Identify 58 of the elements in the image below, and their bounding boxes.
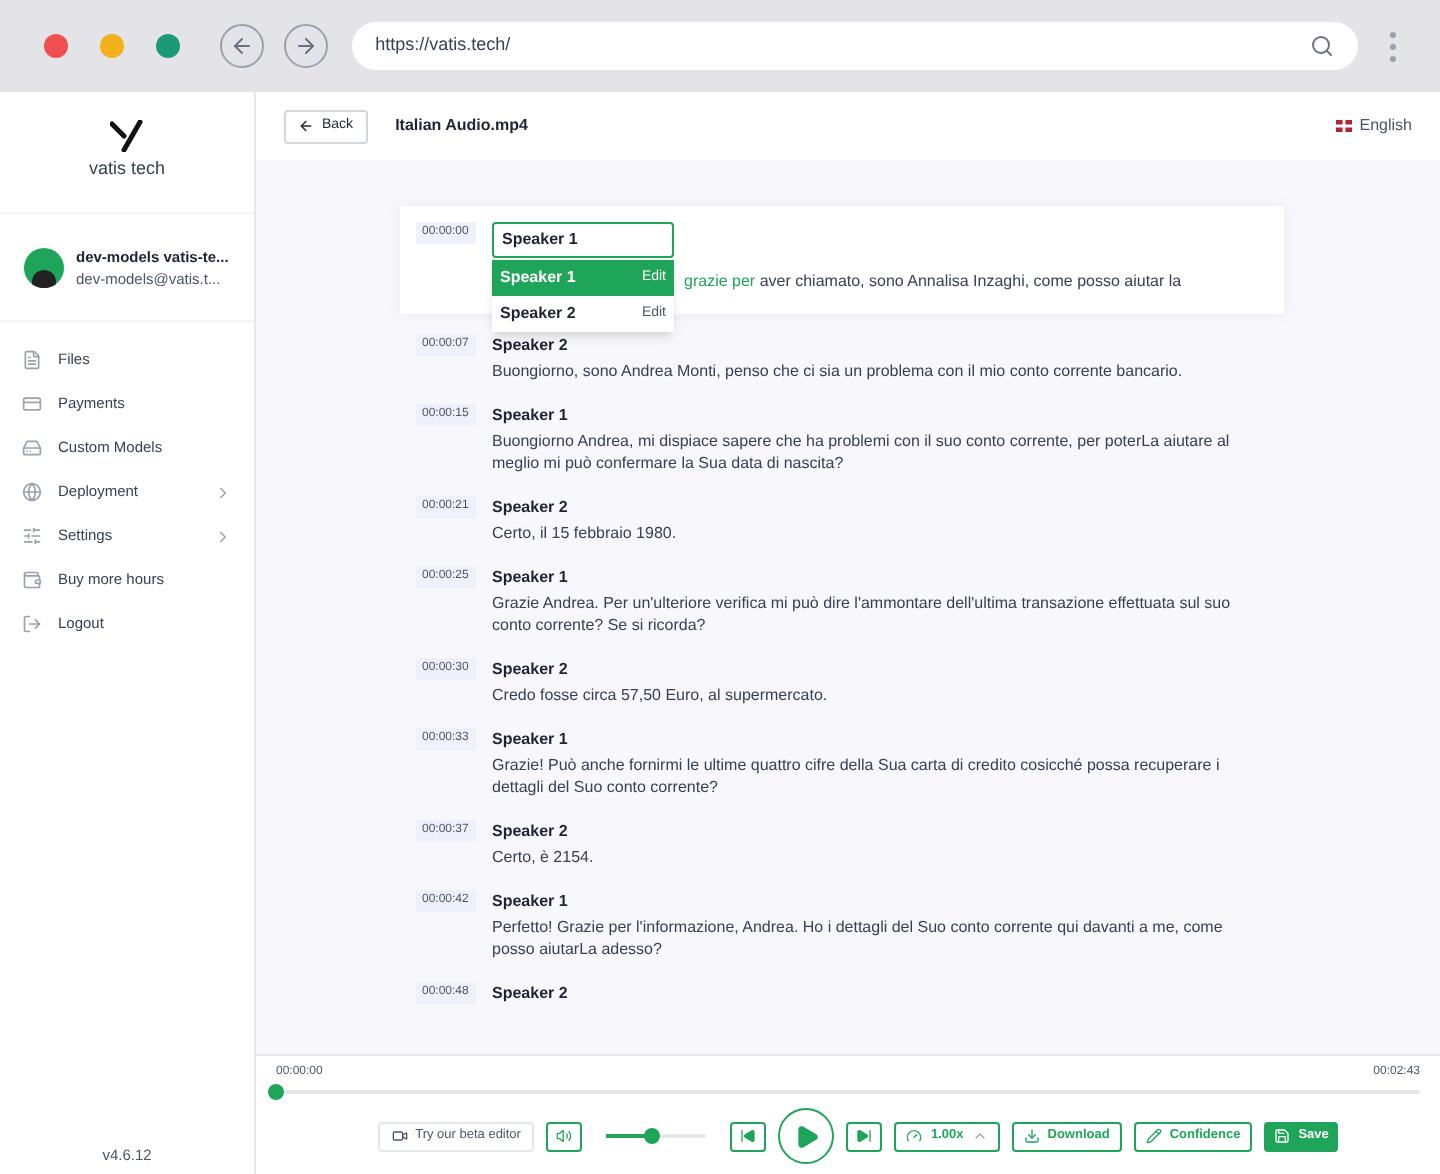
segment-text: Grazie Andrea. Per un'ulteriore verifica mi può dire l'ammontare dell'ultima transazione effettuata sul suo conto corrente? Se si ricorda? xyxy=(492,592,1233,636)
skip-back-icon xyxy=(740,1128,757,1144)
segment-text: Certo, è 2154. xyxy=(492,846,594,868)
card-icon xyxy=(22,570,42,590)
speaker-name[interactable]: Speaker 2 xyxy=(492,982,568,1004)
globe-icon xyxy=(22,482,42,502)
segment-text: Buongiorno, sono Andrea Monti, penso che ci sia un problema con il mio conto corrente bancario. xyxy=(492,360,1183,382)
payment-icon xyxy=(22,394,42,414)
pencil-icon xyxy=(1145,1128,1162,1144)
chevron-icon xyxy=(214,527,232,545)
url-text: https://vatis.tech/ xyxy=(375,32,513,59)
segment-text: Certo, il 15 febbraio 1980. xyxy=(492,522,677,544)
speaker-name[interactable]: Speaker 2 xyxy=(492,658,828,680)
volume-icon xyxy=(556,1128,573,1144)
sliders-icon xyxy=(22,526,42,546)
chevron-up-icon xyxy=(971,1128,988,1144)
flag-icon xyxy=(1335,120,1352,132)
segment-text: Perfetto! Grazie per l'informazione, Andrea. Ho i dettagli del Suo conto corrente qui davanti a me, come posso aiutarLa adesso? xyxy=(492,916,1225,960)
speaker-name[interactable]: Speaker 2 xyxy=(492,334,1183,356)
segment-text: Credo fosse circa 57,50 Euro, al supermercato. xyxy=(492,684,828,706)
forward-button[interactable] xyxy=(846,1121,883,1151)
gauge-icon xyxy=(906,1128,923,1144)
kebab-menu-icon[interactable] xyxy=(1390,31,1396,61)
speaker-name[interactable]: Speaker 2 xyxy=(492,496,677,518)
logo-text: vatis tech xyxy=(88,156,166,183)
arrow-right-icon xyxy=(293,34,318,58)
avatar-icon[interactable] xyxy=(24,247,64,287)
skip-forward-icon xyxy=(856,1128,873,1144)
segment-text: grazie per aver chiamato, sono Annalisa Inzaghi, come posso aiutar la xyxy=(684,270,1182,294)
back-nav-button[interactable] xyxy=(219,24,264,68)
save-icon xyxy=(1274,1128,1291,1144)
address-bar[interactable]: https://vatis.tech/ xyxy=(351,22,1358,70)
segment-text: Grazie! Può anche fornirmi le ultime quattro cifre della Sua carta di credito cosicché possa recuperare i dettagli del Suo conto corrente? xyxy=(492,754,1222,798)
search-icon[interactable] xyxy=(1310,34,1334,58)
video-icon xyxy=(391,1128,408,1144)
speaker-input[interactable]: Speaker 1 xyxy=(492,222,674,258)
rewind-button[interactable] xyxy=(730,1121,767,1151)
speaker-name[interactable]: Speaker 1 xyxy=(492,728,1252,750)
forward-nav-button[interactable] xyxy=(283,24,328,68)
speaker-name[interactable]: Speaker 1 xyxy=(492,890,1252,912)
arrow-left-icon xyxy=(229,34,254,58)
logout-icon xyxy=(22,614,42,634)
volume-slider[interactable] xyxy=(606,1126,707,1146)
volume-button[interactable] xyxy=(546,1121,583,1151)
logo-icon xyxy=(109,120,145,153)
speaker-name[interactable]: Speaker 1 xyxy=(492,566,1252,588)
drive-icon xyxy=(22,438,42,458)
file-icon xyxy=(22,350,42,370)
play-icon xyxy=(793,1123,820,1149)
segment-text: Buongiorno Andrea, mi dispiace sapere che ha problemi con il suo conto corrente, per poterLa aiutare al meglio mi può confermare la Sua data di nascita? xyxy=(492,430,1232,474)
speaker-name[interactable]: Speaker 1 xyxy=(492,404,1252,426)
chevron-icon xyxy=(214,483,232,501)
language-label[interactable]: English xyxy=(1359,114,1412,138)
arrow-left-icon xyxy=(298,118,314,134)
download-icon xyxy=(1023,1128,1040,1144)
file-title: Italian Audio.mp4 xyxy=(395,114,528,138)
speaker-name[interactable]: Speaker 2 xyxy=(492,820,594,842)
play-button[interactable] xyxy=(778,1108,835,1164)
